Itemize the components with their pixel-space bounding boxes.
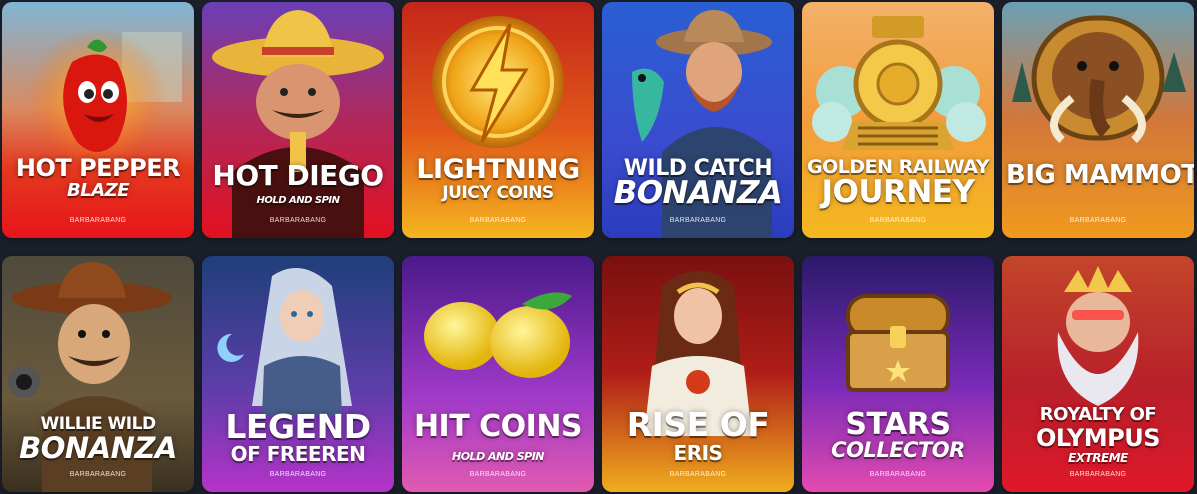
- game-title-line2: BLAZE: [67, 180, 129, 201]
- game-title-line2: OLYMPUS: [1035, 424, 1161, 452]
- game-title-line2: OF FREEREN: [230, 442, 366, 466]
- provider-label: BARBARABANG: [1069, 471, 1127, 478]
- game-card-wild-catch-bonanza[interactable]: WILD CATCH BONANZA BARBARABANG: [602, 2, 794, 238]
- game-grid: HOT PEPPER BLAZE BARBARABANG HOT DIEGO H…: [0, 0, 1197, 494]
- game-title-line2: JOURNEY: [821, 174, 976, 210]
- game-title-line1: STARS: [845, 407, 951, 442]
- provider-label: BARBARABANG: [869, 217, 927, 224]
- provider-label: BARBARABANG: [69, 217, 127, 224]
- game-title-line2: COLLECTOR: [831, 438, 965, 462]
- game-title-line1: HIT COINS: [413, 409, 583, 444]
- provider-label: BARBARABANG: [669, 217, 727, 224]
- game-title-line1: HOT PEPPER: [15, 154, 181, 182]
- game-card-hit-coins[interactable]: HIT COINS HOLD AND SPIN BARBARABANG: [402, 256, 594, 492]
- game-card-lightning-juicy-coins[interactable]: LIGHTNING JUICY COINS BARBARABANG: [402, 2, 594, 238]
- provider-label: BARBARABANG: [269, 471, 327, 478]
- game-title-line3: EXTREME: [1068, 451, 1128, 465]
- game-card-big-mammoth[interactable]: BIG MAMMOTH BARBARABANG: [1002, 2, 1194, 238]
- game-title-line2: JUICY COINS: [442, 183, 554, 203]
- game-title-line2: HOLD AND SPIN: [256, 195, 340, 206]
- game-title-line1: BIG MAMMOTH: [1006, 160, 1194, 190]
- game-card-rise-of-eris[interactable]: RISE OF ERIS BARBARABANG: [602, 256, 794, 492]
- game-title-line2: BONANZA: [19, 431, 177, 465]
- provider-label: BARBARABANG: [469, 471, 527, 478]
- provider-label: BARBARABANG: [269, 217, 327, 224]
- game-title-line2: BONANZA: [613, 175, 783, 211]
- game-card-legend-of-freeren[interactable]: LEGEND OF FREEREN BARBARABANG: [202, 256, 394, 492]
- game-card-golden-railway-journey[interactable]: GOLDEN RAILWAY JOURNEY BARBARABANG: [802, 2, 994, 238]
- game-title-line1: RISE OF: [626, 405, 770, 444]
- game-title-line1: LIGHTNING: [416, 154, 580, 185]
- game-card-hot-diego[interactable]: HOT DIEGO HOLD AND SPIN BARBARABANG: [202, 2, 394, 238]
- mammoth-artwork: [1002, 2, 1194, 238]
- provider-label: BARBARABANG: [869, 471, 927, 478]
- game-title-line2: ERIS: [673, 441, 723, 465]
- game-title-line2: HOLD AND SPIN: [452, 450, 545, 463]
- provider-label: BARBARABANG: [669, 471, 727, 478]
- game-card-stars-collector[interactable]: STARS COLLECTOR BARBARABANG: [802, 256, 994, 492]
- provider-label: BARBARABANG: [1069, 217, 1127, 224]
- game-title-line1: LEGEND: [225, 407, 371, 446]
- provider-label: BARBARABANG: [69, 471, 127, 478]
- game-card-willie-wild-bonanza[interactable]: WILLIE WILD BONANZA BARBARABANG: [2, 256, 194, 492]
- game-card-royalty-of-olympus-extreme[interactable]: ROYALTY OF OLYMPUS EXTREME BARBARABANG: [1002, 256, 1194, 492]
- provider-label: BARBARABANG: [469, 217, 527, 224]
- game-title-line1: ROYALTY OF: [1039, 404, 1157, 425]
- hot-pepper-artwork: [2, 2, 194, 238]
- game-card-hot-pepper-blaze[interactable]: HOT PEPPER BLAZE BARBARABANG: [2, 2, 194, 238]
- game-title-line1: HOT DIEGO: [212, 159, 384, 192]
